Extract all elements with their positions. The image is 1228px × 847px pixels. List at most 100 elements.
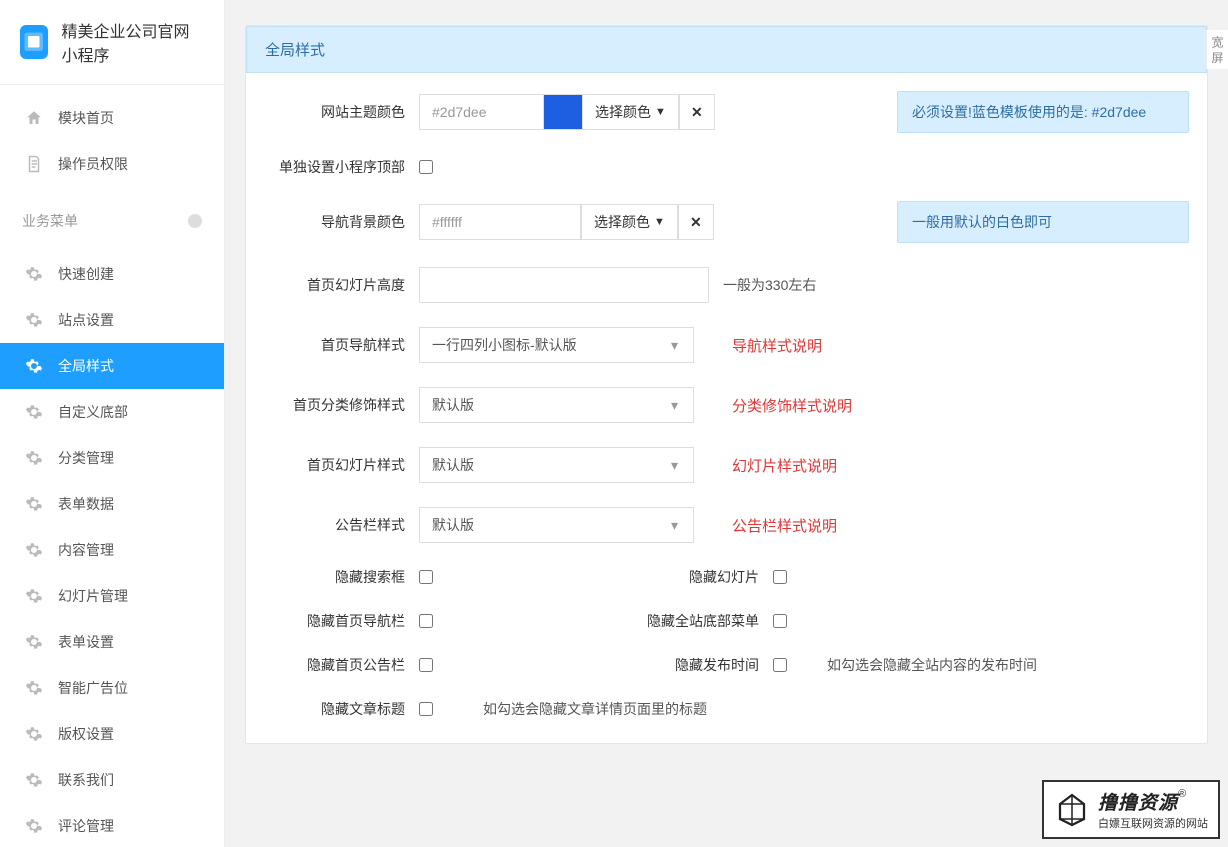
label-nav-style: 首页导航样式 [264, 335, 419, 355]
gear-icon [24, 264, 44, 284]
nav-bg-clear-button[interactable]: ✕ [678, 204, 714, 240]
chevron-down-icon: ▾ [656, 327, 694, 363]
nav-label: 表单设置 [58, 632, 114, 652]
nav-biz-item[interactable]: 表单设置 [0, 619, 224, 665]
gear-icon [24, 540, 44, 560]
chevron-down-icon: ▾ [656, 507, 694, 543]
gear-icon [24, 586, 44, 606]
watermark-logo-icon [1054, 792, 1090, 828]
nav-label: 表单数据 [58, 494, 114, 514]
label-hide-title: 隐藏文章标题 [264, 699, 419, 719]
nav-biz-item[interactable]: 版权设置 [0, 711, 224, 757]
nav-biz-item[interactable]: 分类管理 [0, 435, 224, 481]
nav-label: 站点设置 [58, 310, 114, 330]
app-header: 精美企业公司官网小程序 [0, 0, 224, 85]
label-slide-style: 首页幻灯片样式 [264, 455, 419, 475]
nav-label: 幻灯片管理 [58, 586, 128, 606]
label-notice-style: 公告栏样式 [264, 515, 419, 535]
nav-bg-hint: 一般用默认的白色即可 [897, 201, 1189, 243]
nav-module-home[interactable]: 模块首页 [0, 95, 224, 141]
nav-label: 自定义底部 [58, 402, 128, 422]
section-label: 业务菜单 [22, 211, 78, 231]
watermark-sub: 白嫖互联网资源的网站 [1098, 815, 1208, 831]
nav-biz-item[interactable]: 联系我们 [0, 757, 224, 803]
nav-biz-item[interactable]: 内容管理 [0, 527, 224, 573]
label-cat-style: 首页分类修饰样式 [264, 395, 419, 415]
gear-icon [24, 356, 44, 376]
nav-style-select[interactable]: 一行四列小图标-默认版 ▾ [419, 327, 694, 363]
caret-down-icon: ▼ [654, 216, 665, 228]
gear-icon [24, 816, 44, 836]
nav-operator-perm[interactable]: 操作员权限 [0, 141, 224, 187]
label-hide-slide: 隐藏幻灯片 [433, 567, 773, 587]
nav-label: 版权设置 [58, 724, 114, 744]
notice-style-select[interactable]: 默认版 ▾ [419, 507, 694, 543]
nav-biz-item[interactable]: 评论管理 [0, 803, 224, 847]
top-separate-checkbox[interactable] [419, 160, 433, 174]
slide-style-link[interactable]: 幻灯片样式说明 [732, 455, 837, 476]
watermark-reg: ® [1178, 788, 1186, 800]
gear-icon [24, 678, 44, 698]
gear-icon [24, 402, 44, 422]
nav-label: 内容管理 [58, 540, 114, 560]
notice-style-link[interactable]: 公告栏样式说明 [732, 515, 837, 536]
nav-style-link[interactable]: 导航样式说明 [732, 335, 822, 356]
nav-biz-item[interactable]: 全局样式 [0, 343, 224, 389]
nav-biz-item[interactable]: 幻灯片管理 [0, 573, 224, 619]
home-icon [24, 108, 44, 128]
doc-icon [24, 154, 44, 174]
right-edge-label: 宽 屏 [1206, 30, 1228, 69]
theme-color-hint: 必须设置!蓝色模板使用的是: #2d7dee [897, 91, 1189, 133]
label-nav-bg: 导航背景颜色 [264, 212, 419, 232]
chevron-down-icon: ▾ [656, 387, 694, 423]
hide-notice-checkbox[interactable] [419, 658, 433, 672]
nav-label: 全局样式 [58, 356, 114, 376]
theme-color-picker-button[interactable]: 选择颜色▼ [582, 94, 679, 130]
nav-biz-item[interactable]: 快速创建 [0, 251, 224, 297]
nav-biz-item[interactable]: 自定义底部 [0, 389, 224, 435]
slide-style-select[interactable]: 默认版 ▾ [419, 447, 694, 483]
nav-biz-item[interactable]: 表单数据 [0, 481, 224, 527]
gear-icon [24, 310, 44, 330]
gear-icon [24, 770, 44, 790]
label-hide-search: 隐藏搜索框 [264, 567, 419, 587]
caret-down-icon: ▼ [655, 106, 666, 118]
hide-footer-checkbox[interactable] [773, 614, 787, 628]
cat-style-link[interactable]: 分类修饰样式说明 [732, 395, 852, 416]
watermark: 撸撸资源® 白嫖互联网资源的网站 [1042, 780, 1220, 839]
chevron-down-icon: ▾ [656, 447, 694, 483]
nav-bg-picker-button[interactable]: 选择颜色▼ [581, 204, 678, 240]
hide-title-checkbox[interactable] [419, 702, 433, 716]
hide-slide-checkbox[interactable] [773, 570, 787, 584]
slide-height-input[interactable] [419, 267, 709, 303]
nav-label: 操作员权限 [58, 154, 128, 174]
nav-bg-input[interactable] [419, 204, 581, 240]
panel-title: 全局样式 [246, 26, 1207, 73]
nav-biz-item[interactable]: 智能广告位 [0, 665, 224, 711]
label-hide-pubtime: 隐藏发布时间 [433, 655, 773, 675]
gear-icon [24, 724, 44, 744]
hide-pubtime-checkbox[interactable] [773, 658, 787, 672]
nav-label: 分类管理 [58, 448, 114, 468]
label-hide-home-nav: 隐藏首页导航栏 [264, 611, 419, 631]
slide-height-hint: 一般为330左右 [723, 275, 816, 295]
hide-search-checkbox[interactable] [419, 570, 433, 584]
nav-label: 评论管理 [58, 816, 114, 836]
theme-color-clear-button[interactable]: ✕ [679, 94, 715, 130]
label-top-separate: 单独设置小程序顶部 [264, 157, 419, 177]
nav-label: 快速创建 [58, 264, 114, 284]
nav-label: 模块首页 [58, 108, 114, 128]
hide-title-hint: 如勾选会隐藏文章详情页面里的标题 [483, 699, 707, 719]
section-business-menu: 业务菜单 [0, 197, 224, 241]
hide-home-nav-checkbox[interactable] [419, 614, 433, 628]
app-title: 精美企业公司官网小程序 [62, 18, 204, 66]
watermark-main: 撸撸资源 [1098, 793, 1178, 814]
label-hide-footer: 隐藏全站底部菜单 [433, 611, 773, 631]
label-theme-color: 网站主题颜色 [264, 102, 419, 122]
nav-biz-item[interactable]: 站点设置 [0, 297, 224, 343]
theme-color-input[interactable] [419, 94, 544, 130]
collapse-icon[interactable] [188, 214, 202, 228]
label-hide-notice: 隐藏首页公告栏 [264, 655, 419, 675]
theme-color-swatch [544, 94, 582, 130]
cat-style-select[interactable]: 默认版 ▾ [419, 387, 694, 423]
